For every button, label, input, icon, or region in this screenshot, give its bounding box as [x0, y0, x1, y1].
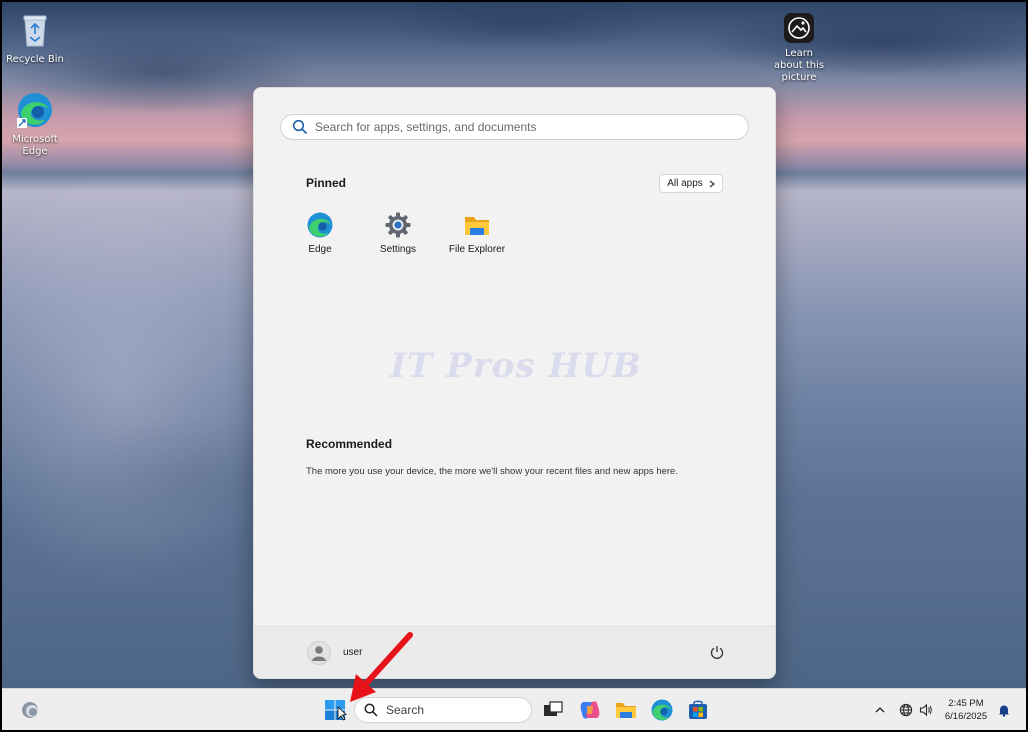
taskbar-search-label: Search [386, 703, 425, 717]
pinned-heading: Pinned [306, 176, 347, 190]
desktop-icon-label: Recycle Bin [6, 54, 64, 65]
store-icon[interactable] [686, 698, 710, 722]
taskbar: Search 2:45 PM 6/16/2025 [2, 688, 1026, 730]
folder-icon [463, 211, 491, 239]
all-apps-label: All apps [667, 178, 703, 189]
pinned-app-label: Settings [379, 244, 417, 255]
start-footer: user [254, 626, 775, 678]
gear-icon [384, 211, 412, 239]
start-search-input[interactable] [315, 120, 748, 134]
recommended-empty-text: The more you use your device, the more w… [306, 466, 678, 477]
desktop-icon-label: Learn about this picture [773, 48, 825, 83]
watermark-text: IT Pros HUB [390, 346, 642, 386]
avatar[interactable] [307, 641, 331, 665]
all-apps-button[interactable]: All apps [659, 174, 723, 193]
desktop-icon-microsoft-edge[interactable]: Microsoft Edge [3, 90, 67, 158]
taskbar-search-box[interactable]: Search [354, 697, 532, 723]
desktop-icon-label: Microsoft Edge [12, 134, 58, 157]
recommended-heading: Recommended [306, 437, 393, 451]
widgets-icon[interactable] [18, 698, 42, 722]
pinned-app-edge[interactable]: Edge [280, 211, 360, 255]
folder-icon[interactable] [614, 698, 638, 722]
clock-date: 6/16/2025 [944, 711, 988, 722]
pinned-app-label: File Explorer [448, 244, 506, 255]
copilot-icon[interactable] [578, 698, 602, 722]
edge-icon [306, 211, 334, 239]
taskbar-clock[interactable]: 2:45 PM 6/16/2025 [940, 697, 992, 723]
edge-icon[interactable] [650, 698, 674, 722]
notification-bell-icon[interactable] [997, 703, 1011, 717]
pinned-app-label: Edge [308, 244, 332, 255]
edge-icon [15, 90, 55, 130]
clock-time: 2:45 PM [948, 698, 984, 709]
desktop: Recycle Bin Microsoft Edge Learn about t… [2, 2, 1026, 730]
start-menu: Pinned All apps Edge [253, 87, 776, 679]
chevron-up-icon[interactable] [873, 703, 887, 717]
desktop-icon-learn-about-picture[interactable]: Learn about this picture [766, 12, 832, 84]
user-name[interactable]: user [343, 647, 362, 658]
desktop-icon-recycle-bin[interactable]: Recycle Bin [3, 10, 67, 66]
start-search-box[interactable] [280, 114, 749, 140]
network-globe-icon[interactable] [899, 703, 913, 717]
pinned-app-file-explorer[interactable]: File Explorer [437, 211, 517, 255]
search-icon [364, 703, 378, 717]
chevron-right-icon [709, 180, 715, 187]
task-view-icon[interactable] [541, 698, 565, 722]
pinned-app-settings[interactable]: Settings [358, 211, 438, 255]
search-icon [292, 119, 308, 135]
spotlight-icon [783, 12, 815, 44]
windows-start-icon[interactable] [323, 698, 347, 722]
user-icon [312, 646, 326, 661]
power-icon[interactable] [709, 644, 725, 660]
recycle-bin-icon [15, 10, 55, 50]
volume-icon[interactable] [919, 703, 933, 717]
